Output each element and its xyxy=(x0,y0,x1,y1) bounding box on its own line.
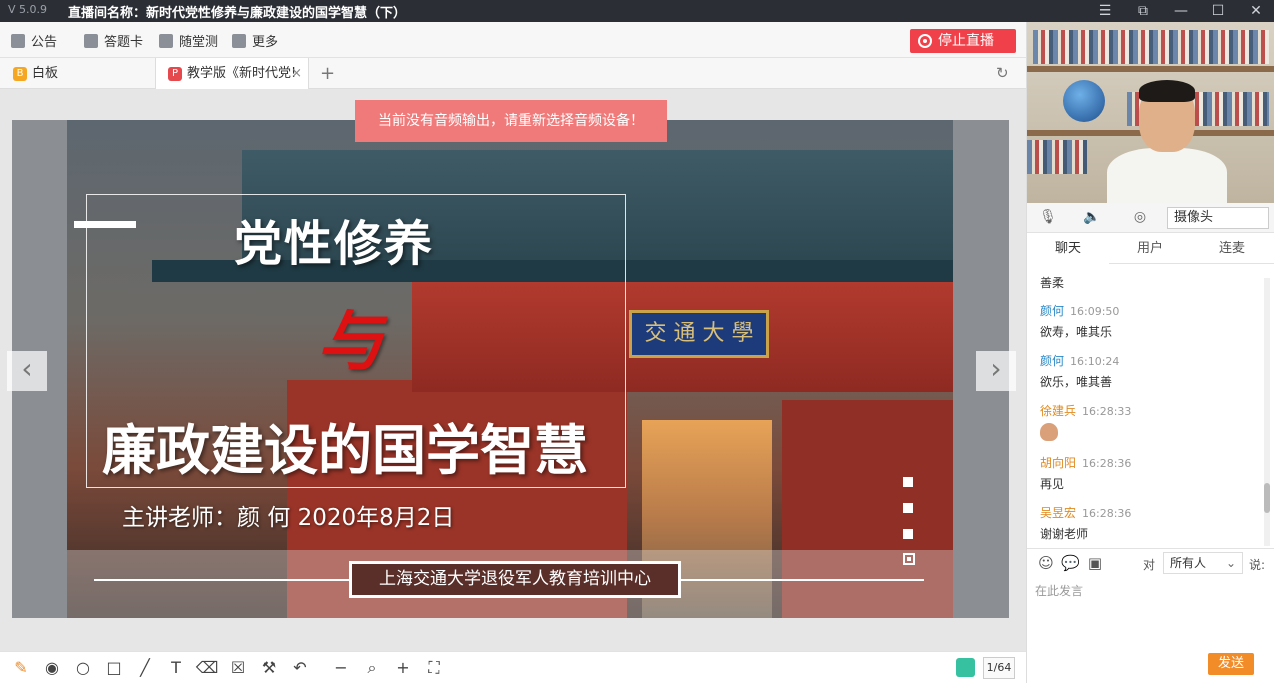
close-tab-icon[interactable]: × xyxy=(291,58,302,89)
slide-speaker: 主讲老师：颜 何 2020年8月2日 xyxy=(122,505,455,531)
slide-bullet xyxy=(903,477,913,487)
globe xyxy=(1063,80,1105,122)
slide: 交 通 大 學 党性修养 与 廉政建设的国学智慧 主讲老师：颜 何 2020年8… xyxy=(12,120,1009,618)
chat-message: 胡向阳 16:28:36 再见 xyxy=(1040,456,1132,491)
chat-message: 颜何 16:10:24 欲乐，唯其善 xyxy=(1040,354,1120,389)
chat-tabs: 聊天 用户 连麦 xyxy=(1027,233,1274,264)
slide-bullet xyxy=(903,529,913,539)
gate-plaque: 交 通 大 學 xyxy=(629,310,769,358)
slide-title-3: 廉政建设的国学智慧 xyxy=(102,419,588,482)
tab-presentation[interactable]: P 教学版《新时代党! × xyxy=(155,58,309,89)
menu-icon[interactable]: ☰ xyxy=(1092,0,1118,22)
next-slide-button[interactable]: › xyxy=(976,351,1016,391)
laser-pointer-icon[interactable]: ◉ xyxy=(40,656,64,680)
send-button[interactable]: 发送 xyxy=(1208,653,1254,675)
close-icon[interactable]: ✕ xyxy=(1243,0,1269,22)
undo-icon[interactable]: ↶ xyxy=(288,656,312,680)
chat-scrollbar[interactable] xyxy=(1264,278,1270,546)
slide-bullet xyxy=(903,553,915,565)
refresh-icon[interactable]: ↻ xyxy=(996,58,1009,89)
circle-icon[interactable]: ○ xyxy=(71,656,95,680)
rectangle-icon[interactable]: □ xyxy=(102,656,126,680)
prev-slide-button[interactable]: ‹ xyxy=(7,351,47,391)
record-icon xyxy=(918,34,932,48)
comment-icon[interactable]: 💬 xyxy=(1061,554,1080,572)
stop-live-button[interactable]: 停止直播 xyxy=(910,29,1016,53)
document-tabs: B 白板 P 教学版《新时代党! × + ↻ xyxy=(0,58,1026,89)
audio-warning-toast: 当前没有音频输出，请重新选择音频设备！ xyxy=(355,100,667,142)
zoom-in-icon[interactable]: + xyxy=(391,656,415,680)
popout-icon[interactable]: ⧉ xyxy=(1130,0,1156,22)
more-button[interactable]: 更多 xyxy=(232,31,278,50)
minimize-icon[interactable]: — xyxy=(1168,0,1194,22)
chat-message: 善柔 xyxy=(1040,276,1065,290)
fullscreen-icon[interactable]: ⛶ xyxy=(422,656,446,680)
title-dash xyxy=(74,221,136,228)
microphone-icon[interactable]: 🎙 xyxy=(1039,208,1057,226)
presentation-stage: 交 通 大 學 党性修养 与 廉政建设的国学智慧 主讲老师：颜 何 2020年8… xyxy=(0,89,1026,651)
chat-input[interactable]: 在此发言 xyxy=(1035,582,1267,646)
grid-icon xyxy=(232,33,246,48)
quiz-icon xyxy=(159,33,173,48)
slide-organization: 上海交通大学退役军人教育培训中心 xyxy=(349,561,681,598)
eraser-icon[interactable]: ⌫ xyxy=(195,656,219,680)
search-icon[interactable]: ⌕ xyxy=(360,656,384,680)
chat-message: 吴昱宏 16:28:36 谢谢老师 xyxy=(1040,506,1132,541)
presenter-video xyxy=(1107,80,1227,203)
drawing-toolbar: ✎ ◉ ○ □ ╱ T ⌫ ☒ ⚒ ↶ − ⌕ + ⛶ 1/64 xyxy=(0,651,1026,683)
speaker-icon[interactable]: 🔈 xyxy=(1083,208,1101,226)
maximize-icon[interactable]: ☐ xyxy=(1205,0,1231,22)
webcam-icon[interactable]: ◎ xyxy=(1131,208,1149,226)
tab-users[interactable]: 用户 xyxy=(1109,233,1191,264)
whiteboard-icon: B xyxy=(13,66,27,81)
window-title: 直播间名称：新时代党性修养与廉政建设的国学智慧（下） xyxy=(68,6,407,21)
recipient-select[interactable]: 所有人 ⌄ xyxy=(1163,552,1243,574)
to-label: 对 xyxy=(1143,558,1156,572)
tab-chat[interactable]: 聊天 xyxy=(1027,233,1109,264)
slide-bullet xyxy=(903,503,913,513)
title-bar: V 5.0.9 直播间名称：新时代党性修养与廉政建设的国学智慧（下） ☰ ⧉ —… xyxy=(0,0,1274,22)
text-icon[interactable]: T xyxy=(164,656,188,680)
chat-input-toolbar: ☺ 💬 ▣ 对 所有人 ⌄ 说: xyxy=(1027,548,1274,578)
tab-mic-link[interactable]: 连麦 xyxy=(1191,233,1273,264)
chat-message: 颜何 16:09:50 欲寿，唯其乐 xyxy=(1040,304,1120,339)
right-panel: 🎙 🔈 ◎ 摄像头 聊天 用户 连麦 善柔 颜何 16:09:50 欲寿，唯其乐 … xyxy=(1026,22,1274,683)
pencil-icon[interactable]: ✎ xyxy=(9,656,33,680)
toolbox-icon[interactable]: ⚒ xyxy=(257,656,281,680)
camera-select[interactable]: 摄像头 xyxy=(1167,207,1269,229)
chat-messages: 善柔 颜何 16:09:50 欲寿，唯其乐 颜何 16:10:24 欲乐，唯其善 徐… xyxy=(1027,264,1274,548)
picture-icon[interactable]: ▣ xyxy=(1086,554,1104,572)
add-tab-icon[interactable]: + xyxy=(320,58,335,89)
clap-emoji-icon xyxy=(1040,423,1058,441)
device-bar: 🎙 🔈 ◎ 摄像头 xyxy=(1027,203,1274,233)
quiz-button[interactable]: 随堂测 xyxy=(159,31,218,50)
image-icon[interactable] xyxy=(956,658,975,677)
tab-whiteboard[interactable]: B 白板 xyxy=(13,58,58,89)
page-indicator[interactable]: 1/64 xyxy=(983,657,1015,679)
ppt-icon: P xyxy=(168,66,182,81)
notice-button[interactable]: 公告 xyxy=(11,31,57,50)
say-label: 说: xyxy=(1249,558,1266,572)
slide-title-2: 与 xyxy=(317,303,383,380)
megaphone-icon xyxy=(11,33,25,48)
top-toolbar: 公告 答题卡 随堂测 更多 停止直播 xyxy=(0,22,1026,58)
chat-message: 徐建兵 16:28:33 xyxy=(1040,402,1260,444)
answer-card-icon xyxy=(84,33,98,48)
scrollbar-thumb[interactable] xyxy=(1264,483,1270,513)
zoom-out-icon[interactable]: − xyxy=(329,656,353,680)
version-label: V 5.0.9 xyxy=(8,3,48,16)
line-icon[interactable]: ╱ xyxy=(133,656,157,680)
emoji-icon[interactable]: ☺ xyxy=(1037,554,1055,572)
slide-title-1: 党性修养 xyxy=(234,216,435,272)
chevron-down-icon: ⌄ xyxy=(1225,556,1236,570)
clear-icon[interactable]: ☒ xyxy=(226,656,250,680)
camera-preview xyxy=(1027,22,1274,203)
answer-card-button[interactable]: 答题卡 xyxy=(84,31,143,50)
